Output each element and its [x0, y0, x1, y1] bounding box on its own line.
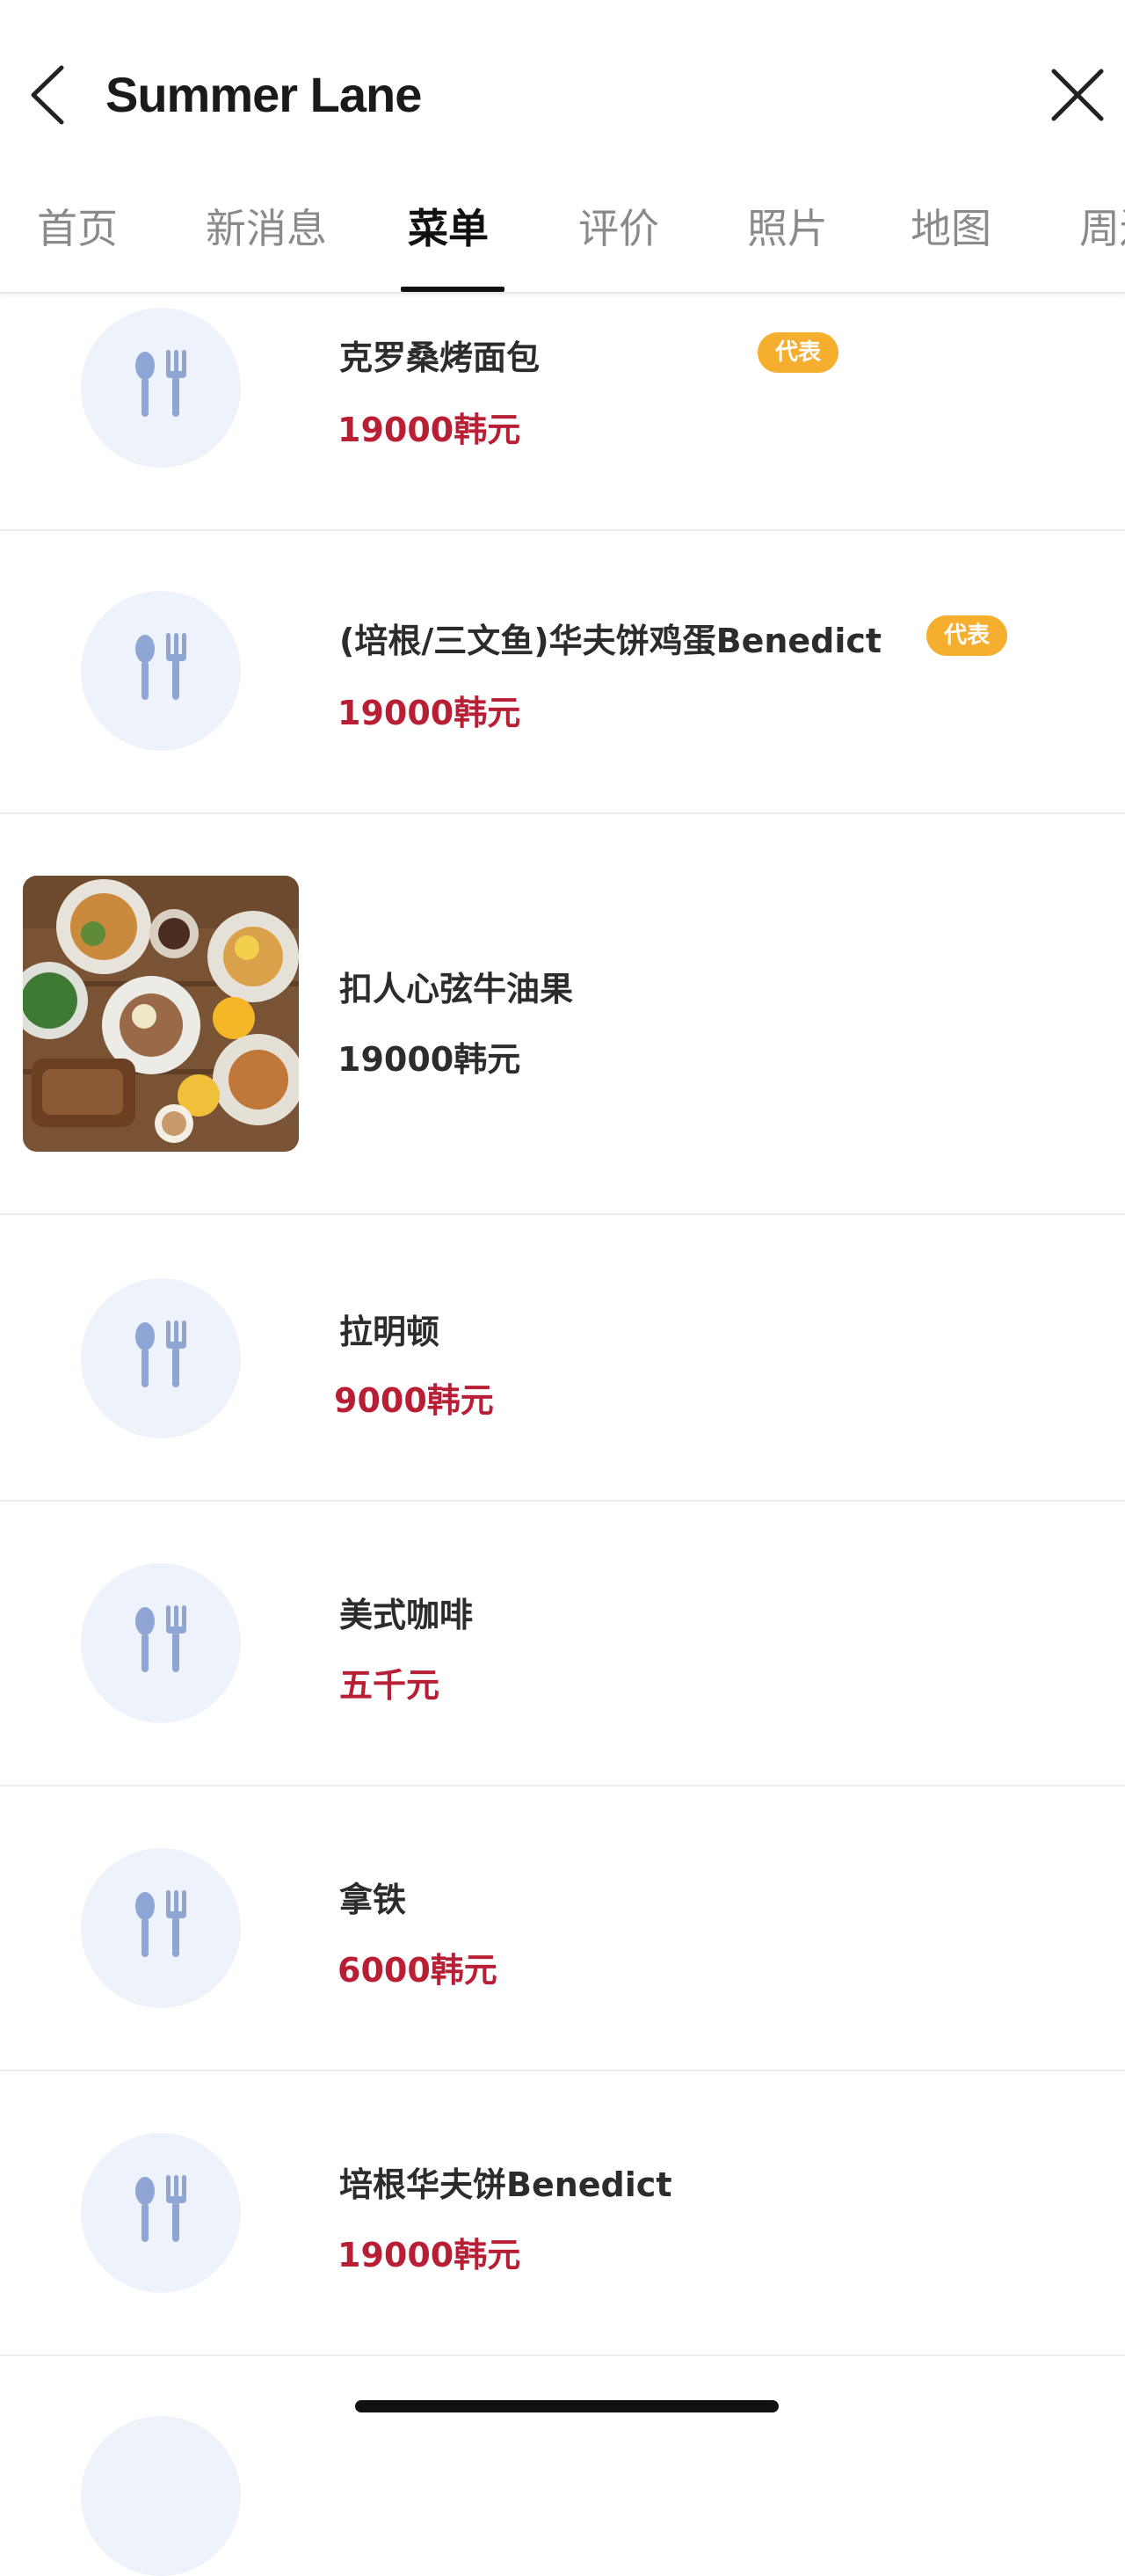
tab-map[interactable]: 地图 [911, 186, 991, 292]
signature-badge: 代表 [758, 332, 839, 373]
utensils-placeholder-icon [81, 308, 241, 468]
utensils-placeholder-icon [81, 2133, 241, 2293]
item-price: 6000韩元 [338, 1951, 497, 1990]
menu-list: 克罗桑烤面包 代表 19000韩元 (培根/三文鱼)华夫饼鸡蛋Benedict … [0, 0, 1125, 2576]
item-price: 19000韩元 [338, 1040, 521, 1079]
tab-home[interactable]: 首页 [37, 186, 118, 292]
tab-reviews[interactable]: 评价 [578, 186, 659, 292]
item-name: 美式咖啡 [339, 1596, 474, 1634]
item-price: 9000韩元 [334, 1381, 494, 1420]
tab-nearby[interactable]: 周边 [1079, 186, 1125, 292]
signature-badge: 代表 [926, 615, 1008, 656]
item-name: (培根/三文鱼)华夫饼鸡蛋Benedict [339, 622, 882, 660]
tab-bar: 首页 新消息 菜单 评价 照片 地图 周边 [0, 186, 1125, 292]
back-button[interactable] [19, 58, 76, 132]
menu-item[interactable]: 扣人心弦牛油果 19000韩元 [0, 812, 1125, 1215]
active-tab-indicator [401, 287, 504, 292]
item-name: 克罗桑烤面包 [339, 338, 541, 377]
item-price: 19000韩元 [338, 2236, 521, 2274]
item-price: 19000韩元 [338, 694, 521, 732]
menu-item[interactable]: 拉明顿 9000韩元 [0, 1213, 1125, 1502]
menu-item[interactable]: (培根/三文鱼)华夫饼鸡蛋Benedict 代表 19000韩元 [0, 529, 1125, 814]
item-name: 拿铁 [339, 1881, 407, 1919]
tab-photos[interactable]: 照片 [747, 186, 828, 292]
utensils-placeholder-icon [81, 1278, 241, 1438]
menu-item[interactable]: 美式咖啡 五千元 [0, 1500, 1125, 1786]
top-bar: Summer Lane 首页 新消息 菜单 评价 照片 地图 周边 [0, 0, 1125, 294]
home-indicator[interactable] [355, 2400, 779, 2412]
utensils-placeholder-icon [81, 1563, 241, 1723]
item-price: 19000韩元 [338, 411, 521, 449]
utensils-placeholder-icon [81, 1848, 241, 2008]
page-title: Summer Lane [105, 67, 422, 122]
close-icon [1051, 69, 1104, 121]
menu-item[interactable]: 拿铁 6000韩元 [0, 1785, 1125, 2071]
utensils-placeholder-icon [81, 2416, 241, 2576]
menu-item[interactable]: 培根华夫饼Benedict 19000韩元 [0, 2070, 1125, 2356]
chevron-left-icon [31, 65, 64, 125]
tab-news[interactable]: 新消息 [206, 186, 327, 292]
close-button[interactable] [1041, 58, 1114, 132]
tab-menu[interactable]: 菜单 [408, 186, 489, 292]
food-photo [23, 876, 299, 1152]
item-name: 培根华夫饼Benedict [339, 2165, 672, 2204]
item-name: 拉明顿 [339, 1313, 440, 1351]
item-name: 扣人心弦牛油果 [339, 970, 574, 1008]
item-price: 五千元 [339, 1666, 440, 1705]
utensils-placeholder-icon [81, 591, 241, 751]
menu-item[interactable]: 克罗桑烤面包 代表 19000韩元 [0, 264, 1125, 531]
